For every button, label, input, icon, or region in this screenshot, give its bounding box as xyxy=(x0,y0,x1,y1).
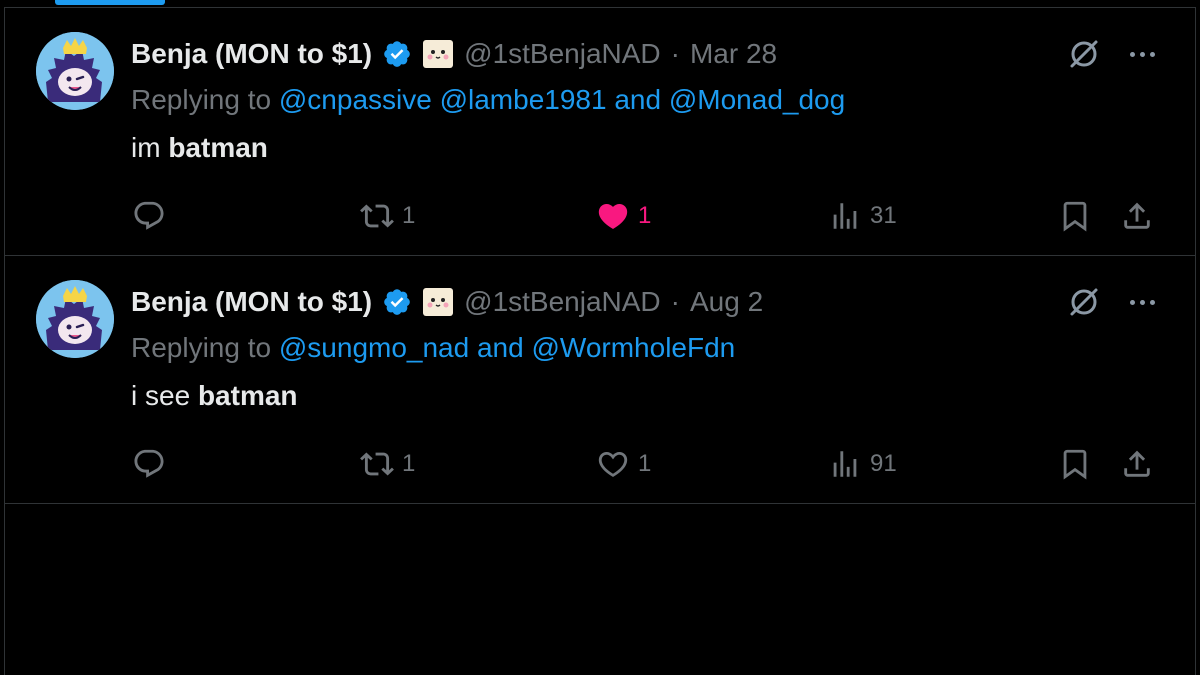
retweet-icon xyxy=(360,204,394,228)
tweet-text-bold: batman xyxy=(197,380,298,411)
bookmark-button[interactable] xyxy=(1058,442,1092,486)
tweet-header: Benja (MON to $1) @1stBenjaNAD · Mar 28 xyxy=(131,34,777,74)
emoji-face-icon xyxy=(422,38,454,70)
retweet-count: 1 xyxy=(402,202,416,229)
tweet-header: Benja (MON to $1) @1stBenjaNAD · Aug 2 xyxy=(131,282,763,322)
mention-link[interactable]: @cnpassive xyxy=(279,84,432,115)
tweet-date[interactable]: Mar 28 xyxy=(690,38,777,70)
reply-button[interactable] xyxy=(132,442,174,486)
author-handle[interactable]: @1stBenjaNAD xyxy=(464,38,661,70)
share-button[interactable] xyxy=(1120,442,1154,486)
share-icon xyxy=(1124,450,1150,477)
retweet-button[interactable]: 1 xyxy=(360,442,415,486)
action-bar: 1 1 91 xyxy=(4,442,1196,486)
grok-icon[interactable] xyxy=(1066,284,1102,320)
bookmark-button[interactable] xyxy=(1058,194,1092,238)
retweet-button[interactable]: 1 xyxy=(360,194,415,238)
replying-prefix: Replying to xyxy=(131,84,272,115)
active-tab-indicator xyxy=(55,0,165,5)
tweet-text: i see batman xyxy=(131,380,298,412)
views-button[interactable]: 31 xyxy=(828,194,897,238)
like-button[interactable]: 1 xyxy=(596,194,651,238)
avatar[interactable] xyxy=(36,280,114,358)
tweet-text-plain: i see xyxy=(131,380,191,411)
views-icon xyxy=(833,451,857,477)
tweet-text-plain: im xyxy=(131,132,161,163)
tweet[interactable]: Benja (MON to $1) @1stBenjaNAD · Aug 2 R… xyxy=(4,256,1196,504)
author-handle[interactable]: @1stBenjaNAD xyxy=(464,286,661,318)
mention-link[interactable]: @WormholeFdn xyxy=(531,332,735,363)
action-bar: 1 1 31 xyxy=(4,194,1196,238)
reply-icon xyxy=(134,449,164,478)
views-button[interactable]: 91 xyxy=(828,442,897,486)
avatar[interactable] xyxy=(36,32,114,110)
retweet-count: 1 xyxy=(402,450,416,477)
view-count: 31 xyxy=(870,202,897,229)
mention-link[interactable]: @Monad_dog xyxy=(669,84,845,115)
bookmark-icon xyxy=(1063,449,1087,480)
author-name[interactable]: Benja (MON to $1) xyxy=(131,38,372,70)
share-button[interactable] xyxy=(1120,194,1154,238)
views-icon xyxy=(833,203,857,229)
retweet-icon xyxy=(360,452,394,476)
mention-link[interactable]: @sungmo_nad xyxy=(279,332,469,363)
author-name[interactable]: Benja (MON to $1) xyxy=(131,286,372,318)
tweet-text: im batman xyxy=(131,132,268,164)
heart-icon xyxy=(598,203,628,229)
view-count: 91 xyxy=(870,450,897,477)
tweet-date[interactable]: Aug 2 xyxy=(690,286,763,318)
more-icon[interactable] xyxy=(1122,286,1162,318)
reply-icon xyxy=(134,201,164,230)
replying-to: Replying to @cnpassive @lambe1981 and @M… xyxy=(131,84,845,116)
verified-badge-icon xyxy=(382,39,412,69)
share-icon xyxy=(1124,202,1150,229)
and-word[interactable]: and xyxy=(614,84,661,115)
reply-button[interactable] xyxy=(132,194,174,238)
heart-icon xyxy=(598,451,628,477)
and-word[interactable]: and xyxy=(477,332,524,363)
replying-prefix: Replying to xyxy=(131,332,272,363)
like-count: 1 xyxy=(638,450,652,477)
grok-icon[interactable] xyxy=(1066,36,1102,72)
like-button[interactable]: 1 xyxy=(596,442,651,486)
mention-link[interactable]: @lambe1981 xyxy=(440,84,607,115)
emoji-face-icon xyxy=(422,286,454,318)
verified-badge-icon xyxy=(382,287,412,317)
more-icon[interactable] xyxy=(1122,38,1162,70)
like-count: 1 xyxy=(638,202,652,229)
replying-to: Replying to @sungmo_nad and @WormholeFdn xyxy=(131,332,735,364)
bookmark-icon xyxy=(1063,201,1087,232)
separator: · xyxy=(670,38,680,69)
separator: · xyxy=(670,286,680,317)
tweet[interactable]: Benja (MON to $1) @1stBenjaNAD · Mar 28 … xyxy=(4,8,1196,256)
tweet-text-bold: batman xyxy=(168,132,268,163)
